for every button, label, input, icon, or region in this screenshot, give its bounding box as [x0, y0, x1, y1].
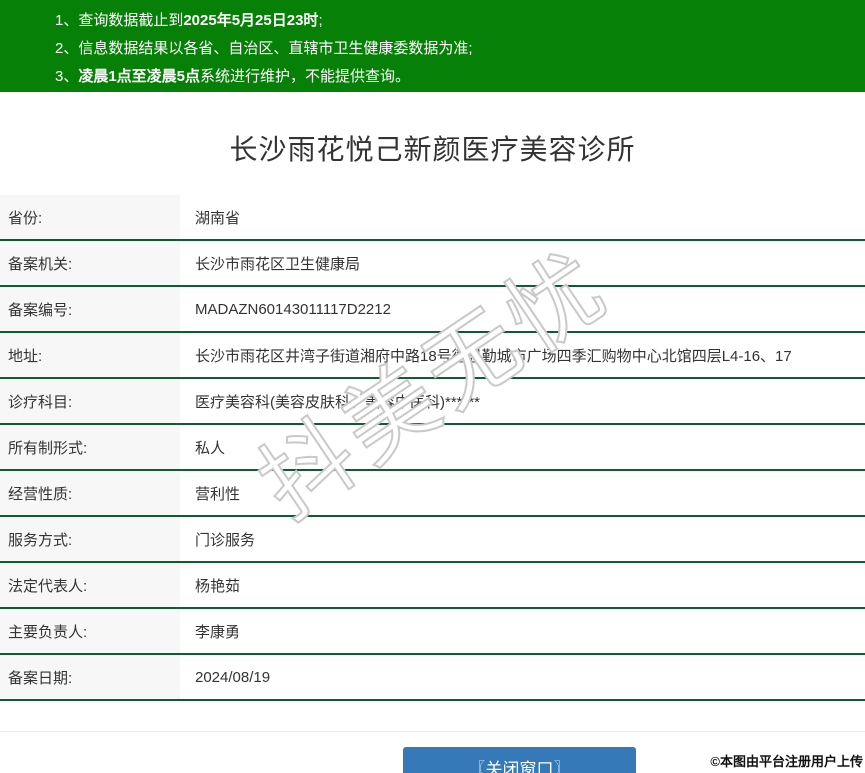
row-value: 李康勇 [180, 609, 865, 653]
row-value: 营利性 [180, 471, 865, 515]
table-row-medical-subjects: 诊疗科目: 医疗美容科(美容皮肤科、美容中医科)****** [0, 379, 865, 425]
notice-1-text: 1、查询数据截止到 [55, 12, 183, 29]
table-row-operation-nature: 经营性质: 营利性 [0, 471, 865, 517]
notice-line-2: 2、信息数据结果以各省、自治区、直辖市卫生健康委数据为准; [55, 35, 855, 63]
row-label: 主要负责人: [0, 609, 180, 653]
row-value: 长沙市雨花区卫生健康局 [180, 241, 865, 285]
row-label: 省份: [0, 195, 180, 239]
notice-3-suffix: 系统进行维护，不能提供查询。 [200, 68, 410, 85]
row-label: 所有制形式: [0, 425, 180, 469]
row-value: 2024/08/19 [180, 655, 865, 699]
row-label: 备案日期: [0, 655, 180, 699]
notice-line-3: 3、凌晨1点至凌晨5点系统进行维护，不能提供查询。 [55, 63, 855, 91]
row-label: 地址: [0, 333, 180, 377]
row-value: 长沙市雨花区井湾子街道湘府中路18号德思勤城市广场四季汇购物中心北馆四层L4-1… [180, 333, 865, 377]
notice-header: 1、查询数据截止到2025年5月25日23时; 2、信息数据结果以各省、自治区、… [0, 0, 865, 92]
page: 1、查询数据截止到2025年5月25日23时; 2、信息数据结果以各省、自治区、… [0, 0, 865, 773]
row-value: 门诊服务 [180, 517, 865, 561]
row-value: 医疗美容科(美容皮肤科、美容中医科)****** [180, 379, 865, 423]
table-row-address: 地址: 长沙市雨花区井湾子街道湘府中路18号德思勤城市广场四季汇购物中心北馆四层… [0, 333, 865, 379]
row-value: 杨艳茹 [180, 563, 865, 607]
notice-3-bold: 凌晨1点至凌晨5点 [78, 68, 200, 85]
row-label: 服务方式: [0, 517, 180, 561]
table-row-ownership-type: 所有制形式: 私人 [0, 425, 865, 471]
notice-1-bold: 2025年5月25日23时 [183, 12, 318, 29]
row-value: 私人 [180, 425, 865, 469]
footer-divider [0, 731, 865, 732]
row-label: 经营性质: [0, 471, 180, 515]
row-label: 诊疗科目: [0, 379, 180, 423]
notice-1-suffix: ; [318, 12, 322, 29]
close-window-button[interactable]: 〖关闭窗口〗 [403, 747, 636, 773]
table-row-legal-representative: 法定代表人: 杨艳茹 [0, 563, 865, 609]
notice-line-1: 1、查询数据截止到2025年5月25日23时; [55, 7, 855, 35]
table-row-main-person-in-charge: 主要负责人: 李康勇 [0, 609, 865, 655]
row-label: 法定代表人: [0, 563, 180, 607]
row-label: 备案机关: [0, 241, 180, 285]
table-row-filing-authority: 备案机关: 长沙市雨花区卫生健康局 [0, 241, 865, 287]
notice-2-text: 2、信息数据结果以各省、自治区、直辖市卫生健康委数据为准; [55, 40, 473, 57]
row-value: MADAZN60143011117D2212 [180, 287, 865, 331]
registration-info-table: 省份: 湖南省 备案机关: 长沙市雨花区卫生健康局 备案编号: MADAZN60… [0, 195, 865, 701]
table-row-service-mode: 服务方式: 门诊服务 [0, 517, 865, 563]
row-value: 湖南省 [180, 195, 865, 239]
copyright-watermark: ©本图由平台注册用户上传 [710, 751, 863, 770]
table-row-filing-date: 备案日期: 2024/08/19 [0, 655, 865, 701]
notice-3-text: 3、 [55, 68, 78, 85]
table-row-province: 省份: 湖南省 [0, 195, 865, 241]
row-label: 备案编号: [0, 287, 180, 331]
page-title: 长沙雨花悦己新颜医疗美容诊所 [0, 128, 865, 168]
table-row-filing-number: 备案编号: MADAZN60143011117D2212 [0, 287, 865, 333]
